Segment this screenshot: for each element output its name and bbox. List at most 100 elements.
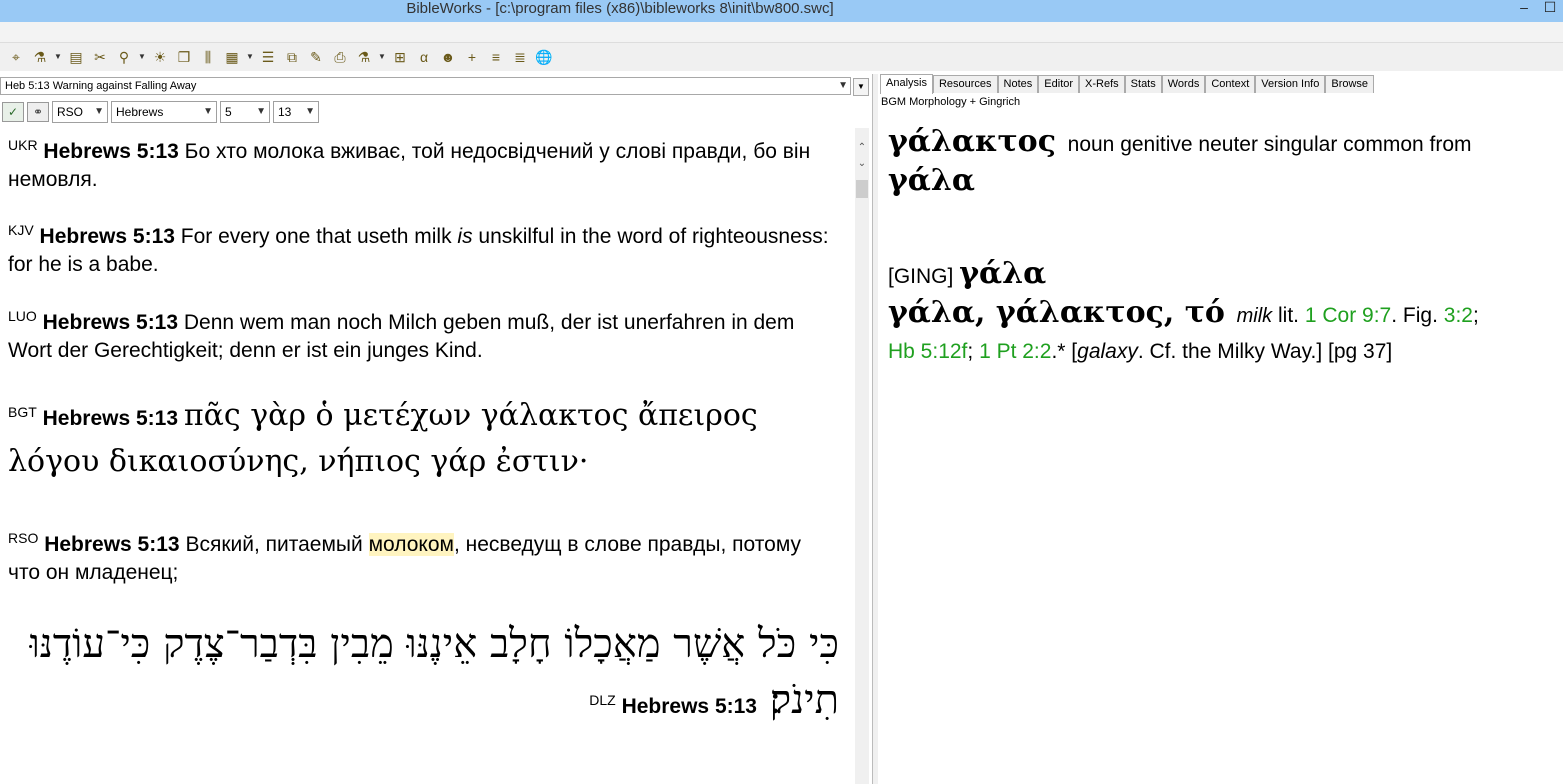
- vertical-scrollbar[interactable]: ⌃ ⌄: [855, 128, 869, 784]
- tab-stats[interactable]: Stats: [1124, 75, 1162, 93]
- morphology-entry: γάλακτος noun genitive neuter singular c…: [888, 124, 1553, 202]
- chevron-down-icon[interactable]: ▼: [246, 47, 254, 67]
- globe-icon[interactable]: 🌐: [534, 47, 554, 67]
- tab-notes[interactable]: Notes: [997, 75, 1039, 93]
- link-icon[interactable]: ⚭: [27, 102, 49, 122]
- verse-reference-text: Heb 5:13 Warning against Falling Away: [5, 80, 197, 92]
- lemma-word[interactable]: γάλα: [888, 163, 975, 198]
- verse-ukr: UKR Hebrews 5:13 Бо хто молока вживає, т…: [8, 138, 838, 194]
- parse-text: noun genitive neuter singular common fro…: [1067, 133, 1472, 156]
- scripture-link[interactable]: 3:2: [1444, 304, 1473, 327]
- verse-text: For every one that useth milk: [180, 225, 458, 248]
- scripture-link[interactable]: 1 Pt 2:2: [979, 340, 1051, 363]
- lexicon-headword: γάλα: [959, 256, 1047, 291]
- book-select[interactable]: Hebrews ▼: [111, 101, 217, 123]
- scrollbar-thumb[interactable]: [856, 180, 868, 198]
- verse-ref: Hebrews 5:13: [43, 140, 179, 163]
- word-list-icon[interactable]: ≣: [510, 47, 530, 67]
- scripture-link[interactable]: Hb 5:12f: [888, 340, 967, 363]
- chevron-up-icon[interactable]: ⌃: [855, 142, 869, 153]
- chevron-down-icon[interactable]: ▼: [838, 78, 848, 94]
- verse-kjv: KJV Hebrews 5:13 For every one that uset…: [8, 223, 838, 279]
- grid-icon[interactable]: ▦: [222, 47, 242, 67]
- plus-icon[interactable]: +: [462, 47, 482, 67]
- edit-icon[interactable]: ✎: [306, 47, 326, 67]
- analysis-source-label: BGM Morphology + Gingrich: [881, 96, 1021, 108]
- version-select[interactable]: RSO ▼: [52, 101, 108, 123]
- tools-icon[interactable]: ✂: [90, 47, 110, 67]
- verse-text-italic: is: [457, 225, 473, 248]
- chevron-down-icon: ▼: [256, 106, 266, 117]
- search-tool-icon[interactable]: ⚗: [30, 47, 50, 67]
- verse-dlz: כִּי כֹּל אֲשֶׁר מַאֲכָלוֹ חָלָב אֵינֶנּ…: [19, 616, 839, 735]
- tab-editor[interactable]: Editor: [1038, 75, 1080, 93]
- menu-bar: [0, 22, 1563, 43]
- lexicon-tag: [GING]: [888, 265, 954, 288]
- copy-icon[interactable]: ⧉: [282, 47, 302, 67]
- diagram-icon[interactable]: ⊞: [390, 47, 410, 67]
- flask-icon[interactable]: ⚗: [354, 47, 374, 67]
- tab-resources[interactable]: Resources: [932, 75, 998, 93]
- verse-rso: RSO Hebrews 5:13 Всякий, питаемый молоко…: [8, 531, 838, 587]
- chapter-select[interactable]: 5 ▼: [220, 101, 270, 123]
- windows-icon[interactable]: ❐: [174, 47, 194, 67]
- verse-ref: Hebrews 5:13: [44, 533, 180, 556]
- chevron-down-icon[interactable]: ⌄: [855, 158, 869, 169]
- verse-bgt: BGT Hebrews 5:13 πᾶς γὰρ ὁ μετέχων γάλακ…: [8, 393, 838, 485]
- tab-browse[interactable]: Browse: [1325, 75, 1375, 93]
- verse-list-icon[interactable]: ≡: [486, 47, 506, 67]
- verse-reference-box[interactable]: Heb 5:13 Warning against Falling Away ▼: [0, 77, 851, 95]
- analyzed-word: γάλακτος: [888, 124, 1056, 159]
- tab-x-refs[interactable]: X-Refs: [1079, 75, 1125, 93]
- lookup-icon[interactable]: ⚲: [114, 47, 134, 67]
- tab-version-info[interactable]: Version Info: [1255, 75, 1326, 93]
- chevron-down-icon: ▼: [305, 106, 315, 117]
- verse-ref: Hebrews 5:13: [39, 225, 175, 248]
- verse-select[interactable]: 13 ▼: [273, 101, 319, 123]
- verse-ref: Hebrews 5:13: [42, 407, 179, 430]
- dropdown-button[interactable]: ▼: [853, 78, 869, 96]
- alpha-icon[interactable]: α: [414, 47, 434, 67]
- star-text: .* [: [1051, 340, 1078, 363]
- window-title: BibleWorks - [c:\program files (x86)\bib…: [406, 0, 834, 17]
- analysis-tabs: Analysis Resources Notes Editor X-Refs S…: [880, 74, 1375, 94]
- verse-text-area[interactable]: UKR Hebrews 5:13 Бо хто молока вживає, т…: [0, 128, 851, 784]
- chevron-down-icon[interactable]: ▼: [138, 47, 146, 67]
- tab-analysis[interactable]: Analysis: [880, 74, 933, 94]
- analysis-window: Analysis Resources Notes Editor X-Refs S…: [878, 74, 1563, 784]
- verse-selector-bar: ✓ ⚭ RSO ▼ Hebrews ▼ 5 ▼ 13 ▼: [0, 100, 874, 124]
- verse-label-group: DLZ Hebrews 5:13: [589, 679, 757, 735]
- version-label: LUO: [8, 308, 37, 324]
- title-bar: BibleWorks - [c:\program files (x86)\bib…: [0, 0, 1563, 22]
- verse-ref: Hebrews 5:13: [621, 695, 757, 718]
- maximize-button[interactable]: ☐: [1537, 0, 1563, 18]
- tab-words[interactable]: Words: [1161, 75, 1206, 93]
- version-label: UKR: [8, 137, 38, 153]
- toolbar: ⌖ ⚗ ▼ ▤ ✂ ⚲ ▼ ☀ ❐ ⫼ ▦ ▼ ☰ ⧉ ✎ ⎙ ⚗ ▼ ⊞ α …: [0, 43, 1563, 71]
- closing-text: . Cf. the Milky Way.] [pg 37]: [1137, 340, 1393, 363]
- analysis-content: γάλακτος noun genitive neuter singular c…: [888, 124, 1553, 370]
- list-icon[interactable]: ☰: [258, 47, 278, 67]
- tab-context[interactable]: Context: [1205, 75, 1256, 93]
- print-icon[interactable]: ⎙: [330, 47, 350, 67]
- columns-icon[interactable]: ⫼: [198, 47, 218, 67]
- chevron-down-icon[interactable]: ▼: [378, 47, 386, 67]
- chevron-down-icon: ▼: [94, 106, 104, 117]
- chevron-down-icon: ▼: [203, 106, 213, 117]
- entry-forms: γάλα, γάλακτος, τό: [888, 295, 1225, 330]
- minimize-button[interactable]: –: [1511, 0, 1537, 18]
- highlight-icon[interactable]: ☀: [150, 47, 170, 67]
- chevron-down-icon[interactable]: ▼: [54, 47, 62, 67]
- gloss: milk: [1236, 305, 1273, 327]
- version-label: DLZ: [589, 692, 616, 708]
- lexicon-entry: [GING] γάλα γάλα, γάλακτος, τό milk lit.…: [888, 256, 1479, 363]
- highlighted-word[interactable]: молоком: [368, 533, 454, 556]
- version-label: RSO: [8, 530, 39, 546]
- versions-icon[interactable]: ▤: [66, 47, 86, 67]
- fig-text: . Fig.: [1391, 304, 1438, 327]
- scripture-link[interactable]: 1 Cor 9:7: [1305, 304, 1391, 327]
- checklist-icon[interactable]: ✓: [2, 102, 24, 122]
- target-icon[interactable]: ⌖: [6, 47, 26, 67]
- person-icon[interactable]: ☻: [438, 47, 458, 67]
- verse-text: Всякий, питаемый: [185, 533, 369, 556]
